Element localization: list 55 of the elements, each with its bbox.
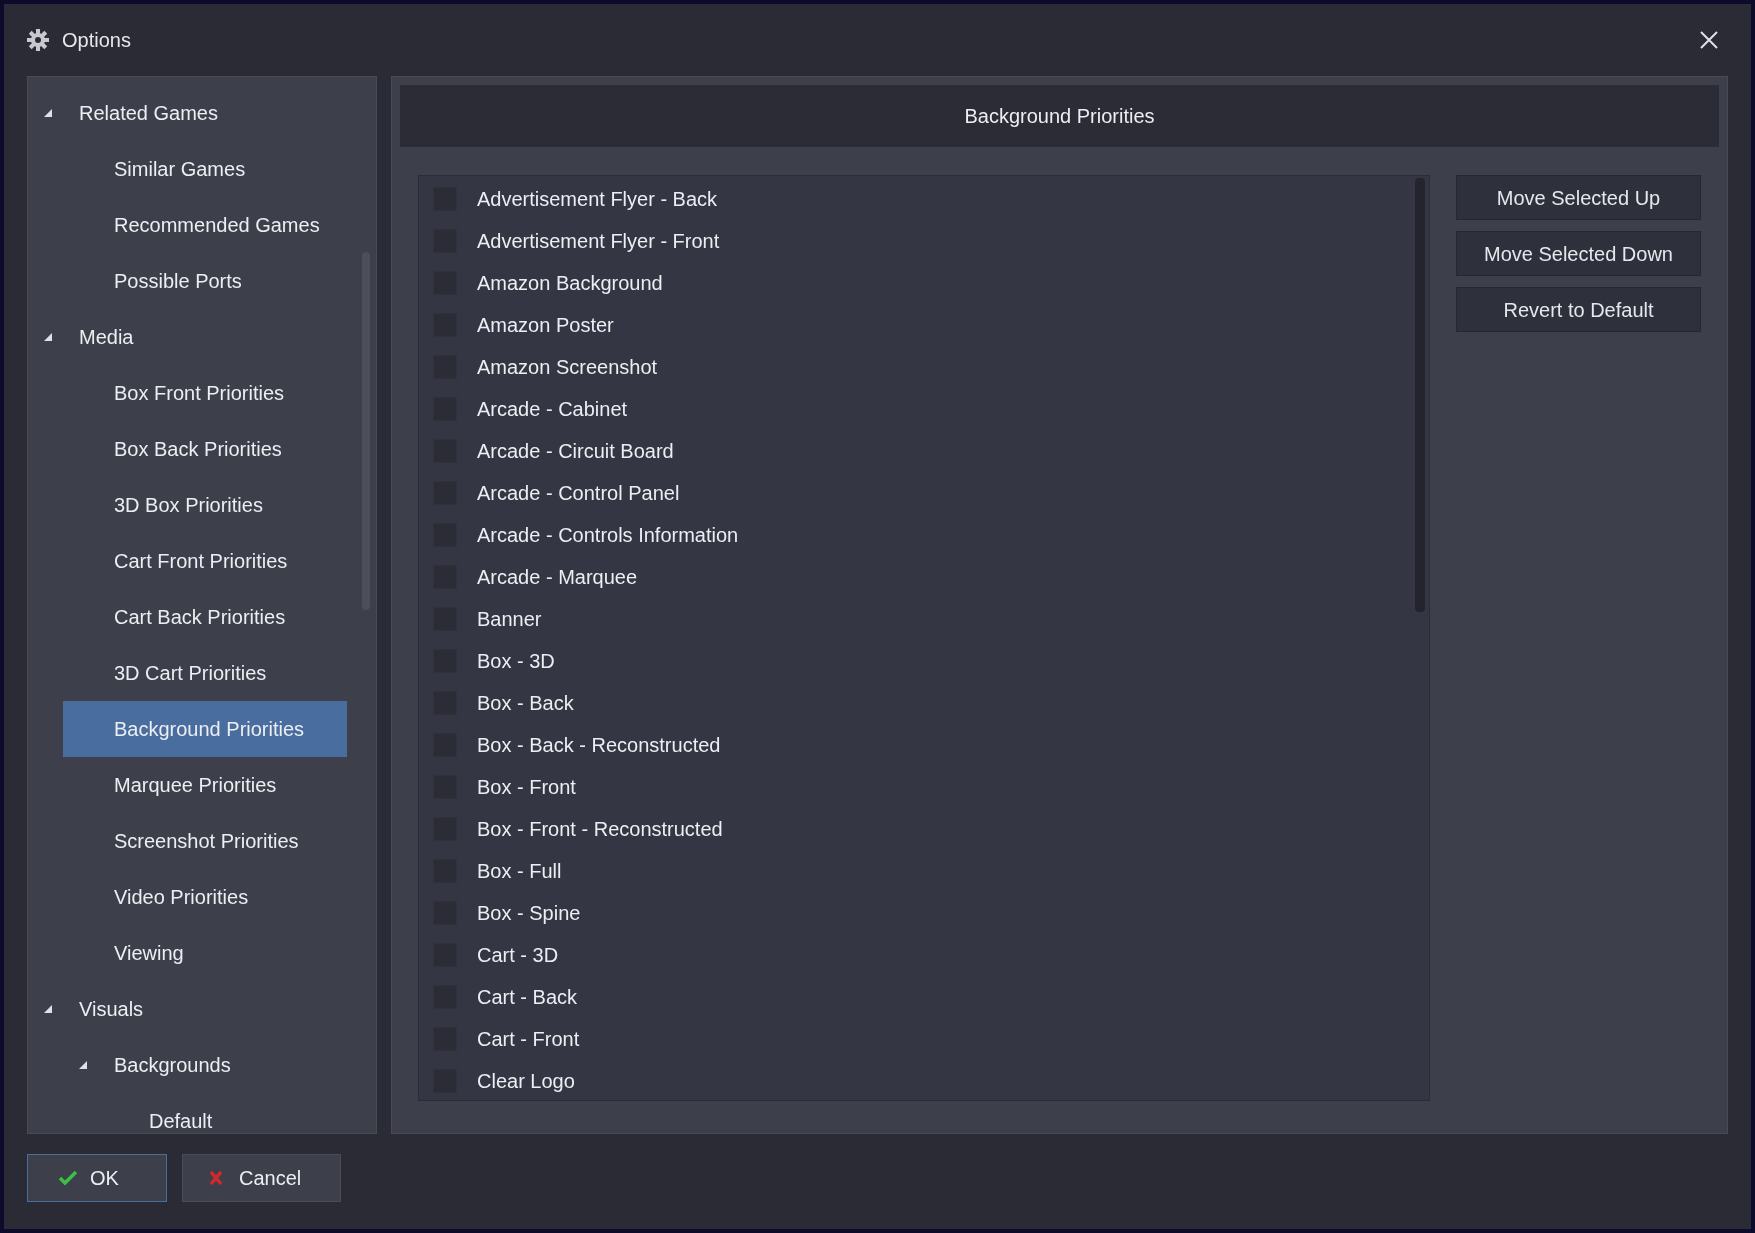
tree-item[interactable]: Related Games xyxy=(28,85,376,141)
item-label: Box - Back - Reconstructed xyxy=(477,733,721,758)
tree-item[interactable]: Video Priorities xyxy=(28,869,376,925)
tree-item[interactable]: Screenshot Priorities xyxy=(28,813,376,869)
item-label: Banner xyxy=(477,607,542,632)
tree-item[interactable]: Cart Front Priorities xyxy=(28,533,376,589)
window-title: Options xyxy=(62,28,131,53)
cancel-button[interactable]: Cancel xyxy=(182,1154,341,1202)
item-label: Amazon Poster xyxy=(477,313,614,338)
expanded-arrow-icon[interactable] xyxy=(79,1061,87,1069)
item-label: Cart - 3D xyxy=(477,943,559,968)
expanded-arrow-icon[interactable] xyxy=(44,333,52,341)
checkmark-icon xyxy=(58,1170,78,1186)
tree-item[interactable]: Default xyxy=(28,1093,376,1149)
tree-item[interactable]: Background Priorities xyxy=(63,701,347,757)
expanded-arrow-icon[interactable] xyxy=(44,1005,52,1013)
item-label: Box - Full xyxy=(477,859,562,884)
tree-item[interactable]: Possible Ports xyxy=(28,253,376,309)
action-button[interactable]: Revert to Default xyxy=(1456,287,1701,332)
item-label: Advertisement Flyer - Front xyxy=(477,229,720,254)
tree-item[interactable]: Box Front Priorities xyxy=(28,365,376,421)
close-icon xyxy=(1699,30,1719,50)
tree-item[interactable]: Similar Games xyxy=(28,141,376,197)
item-label: Arcade - Controls Information xyxy=(477,523,739,548)
tree-item[interactable]: 3D Cart Priorities xyxy=(28,645,376,701)
item-label: Clear Logo xyxy=(477,1069,575,1094)
item-label: Box - Front xyxy=(477,775,576,800)
tree-item[interactable]: Media xyxy=(28,309,376,365)
item-label: Cart - Back xyxy=(477,985,578,1010)
item-label: Box - Front - Reconstructed xyxy=(477,817,723,842)
panel-header: Background Priorities xyxy=(400,85,1719,147)
tree-item[interactable]: Box Back Priorities xyxy=(28,421,376,477)
item-label: Box - Back xyxy=(477,691,574,716)
item-label: Arcade - Control Panel xyxy=(477,481,680,506)
tree-item[interactable]: 3D Box Priorities xyxy=(28,477,376,533)
tree-item[interactable]: Visuals xyxy=(28,981,376,1037)
item-label: Box - Spine xyxy=(477,901,581,926)
action-button[interactable]: Move Selected Down xyxy=(1456,231,1701,276)
item-label: Advertisement Flyer - Back xyxy=(477,187,718,212)
item-label: Arcade - Marquee xyxy=(477,565,638,590)
tree-item[interactable]: Backgrounds xyxy=(28,1037,376,1093)
action-button[interactable]: Move Selected Up xyxy=(1456,175,1701,220)
tree-item[interactable]: Recommended Games xyxy=(28,197,376,253)
item-label: Box - 3D xyxy=(477,649,555,674)
item-label: Amazon Screenshot xyxy=(477,355,658,380)
expanded-arrow-icon[interactable] xyxy=(44,109,52,117)
item-label: Amazon Background xyxy=(477,271,663,296)
ok-button[interactable]: OK xyxy=(27,1154,167,1202)
tree-item[interactable]: Viewing xyxy=(28,925,376,981)
tree-item[interactable]: Marquee Priorities xyxy=(28,757,376,813)
tree-item[interactable]: Cart Back Priorities xyxy=(28,589,376,645)
item-label: Cart - Front xyxy=(477,1027,580,1052)
item-label: Arcade - Cabinet xyxy=(477,397,628,422)
cross-icon xyxy=(209,1170,223,1186)
item-label: Arcade - Circuit Board xyxy=(477,439,674,464)
